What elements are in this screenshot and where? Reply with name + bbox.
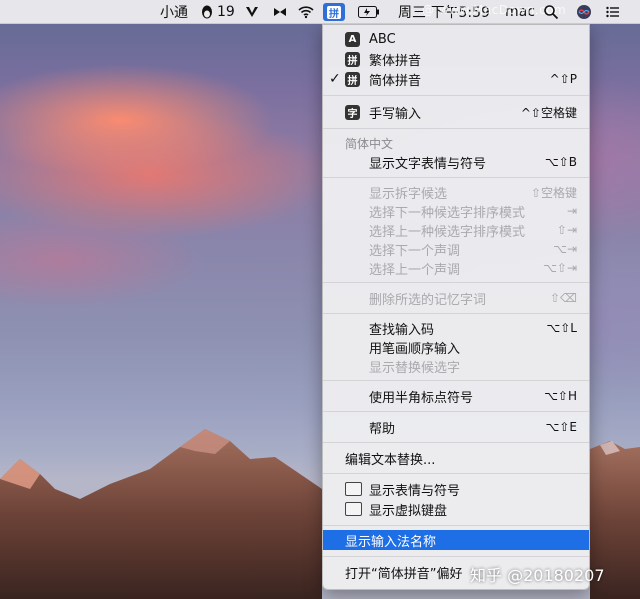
menu-item-shortcut: ⌥⇧⇥: [543, 261, 577, 275]
menu-item-shortcut: ⇧⇥: [556, 223, 577, 237]
input-method-menu: A ABC 拼 繁体拼音 ✓ 拼 简体拼音 ^⇧P 字 手写输入 ^⇧空格键 简…: [322, 24, 590, 590]
menu-item-shortcut: ^⇧空格键: [520, 105, 577, 120]
menu-item-simplified-pinyin[interactable]: ✓ 拼 简体拼音 ^⇧P: [323, 70, 589, 89]
character-viewer-icon: [345, 482, 362, 496]
keyboard-viewer-icon: [345, 502, 362, 516]
menu-item-label: 选择下一个声调: [369, 243, 461, 259]
qq-penguin-icon: [202, 5, 212, 19]
menu-item-label: 选择上一种候选字排序模式: [369, 224, 526, 240]
menu-item-label: 手写输入: [369, 106, 422, 122]
menu-separator: [323, 442, 589, 443]
menu-item-shortcut: ^⇧P: [549, 72, 577, 86]
app-v-icon[interactable]: [244, 0, 260, 24]
menu-item-label: 选择上一个声调: [369, 262, 461, 278]
menu-item-abc[interactable]: A ABC: [323, 30, 589, 48]
menu-item-help[interactable]: 帮助 ⌥⇧E: [323, 418, 589, 437]
menu-item-stroke-order-input[interactable]: 用笔画顺序输入: [323, 338, 589, 357]
menu-item-find-input-code[interactable]: 查找输入码 ⌥⇧L: [323, 319, 589, 338]
menu-item-edit-text-replacement[interactable]: 编辑文本替换...: [323, 449, 589, 468]
menu-item-show-input-source-name[interactable]: 显示输入法名称: [323, 530, 589, 550]
pinyin-icon: 拼: [327, 5, 341, 20]
menu-separator: [323, 313, 589, 314]
menu-item-label: 用笔画顺序输入: [369, 341, 461, 357]
menu-item-traditional-pinyin[interactable]: 拼 繁体拼音: [323, 50, 589, 69]
menu-item-half-width-punctuation[interactable]: 使用半角标点符号 ⌥⇧H: [323, 387, 589, 406]
menu-item-shortcut: ⇧⌫: [549, 291, 577, 305]
menu-item-show-virtual-keyboard[interactable]: 显示虚拟键盘: [323, 500, 589, 519]
battery-icon[interactable]: [358, 0, 380, 24]
menu-item-label: 显示文字表情与符号: [369, 156, 487, 172]
menu-item-label: 删除所选的记忆字词: [369, 292, 487, 308]
menu-item-show-emoji-symbols[interactable]: 显示表情与符号: [323, 480, 589, 499]
qq-message-count: 19: [217, 4, 235, 20]
menubar-extra-item[interactable]: 小通: [160, 0, 188, 24]
menu-item-label: 帮助: [369, 421, 396, 437]
wifi-icon[interactable]: [298, 0, 314, 24]
menu-item-label: 显示虚拟键盘: [369, 503, 448, 519]
menu-item-delete-memory: 删除所选的记忆字词 ⇧⌫: [323, 289, 589, 308]
section-header: 简体中文: [345, 137, 394, 151]
menu-item-shortcut: ⌥⇥: [553, 242, 577, 256]
menu-separator: [323, 473, 589, 474]
abc-badge-icon: A: [345, 32, 360, 47]
menu-item-shortcut: ⇧空格键: [530, 185, 577, 200]
notification-center-icon[interactable]: [605, 0, 621, 24]
pinyin-badge-icon: 拼: [345, 72, 360, 87]
handwriting-badge-icon: 字: [345, 105, 360, 120]
menu-item-show-replacement-candidates: 显示替换候选字: [323, 357, 589, 376]
menu-item-label: 显示拆字候选: [369, 186, 448, 202]
menu-item-label: 显示输入法名称: [345, 534, 437, 550]
watermark-bottom: 知乎 @20180207: [470, 566, 605, 585]
menu-item-next-sort-mode: 选择下一种候选字排序模式 ⇥: [323, 202, 589, 221]
menu-item-label: 繁体拼音: [369, 53, 422, 69]
menu-item-label: 打开“简体拼音”偏好: [345, 566, 463, 582]
menu-item-shortcut: ⌥⇧B: [544, 155, 577, 169]
menu-separator: [323, 95, 589, 96]
menu-item-label: 选择下一种候选字排序模式: [369, 205, 526, 221]
menu-separator: [323, 128, 589, 129]
menu-item-prev-tone: 选择上一个声调 ⌥⇧⇥: [323, 259, 589, 278]
menu-item-prev-sort-mode: 选择上一种候选字排序模式 ⇧⇥: [323, 221, 589, 240]
menu-item-label: ABC: [369, 31, 396, 47]
checkmark-icon: ✓: [329, 71, 341, 87]
menu-separator: [323, 556, 589, 557]
menu-item-shortcut: ⌥⇧E: [545, 420, 577, 434]
menu-item-handwriting[interactable]: 字 手写输入 ^⇧空格键: [323, 103, 589, 122]
qq-status[interactable]: 19: [199, 0, 235, 24]
menu-item-next-tone: 选择下一个声调 ⌥⇥: [323, 240, 589, 259]
menu-separator: [323, 380, 589, 381]
menu-item-label: 查找输入码: [369, 322, 435, 338]
menu-separator: [323, 525, 589, 526]
menu-item-label: 编辑文本替换...: [345, 452, 436, 468]
menu-separator: [323, 411, 589, 412]
menu-item-shortcut: ⌥⇧L: [546, 321, 577, 335]
menu-item-label: 使用半角标点符号: [369, 390, 474, 406]
app-bowtie-icon[interactable]: [272, 0, 288, 24]
menu-item-show-split-candidates: 显示拆字候选 ⇧空格键: [323, 183, 589, 202]
pinyin-badge-icon: 拼: [345, 52, 360, 67]
menu-item-label: 显示表情与符号: [369, 483, 461, 499]
menu-separator: [323, 282, 589, 283]
menu-item-label: 显示替换候选字: [369, 360, 461, 376]
watermark-top: @ www.MacDown.com: [422, 3, 567, 17]
menu-item-shortcut: ⇥: [566, 204, 577, 218]
siri-icon[interactable]: [576, 0, 592, 24]
menu-item-shortcut: ⌥⇧H: [544, 389, 577, 403]
input-method-button[interactable]: 拼: [323, 3, 345, 21]
menu-item-emoji-symbols[interactable]: 显示文字表情与符号 ⌥⇧B: [323, 153, 589, 172]
menu-separator: [323, 177, 589, 178]
menu-item-label: 简体拼音: [369, 73, 422, 89]
